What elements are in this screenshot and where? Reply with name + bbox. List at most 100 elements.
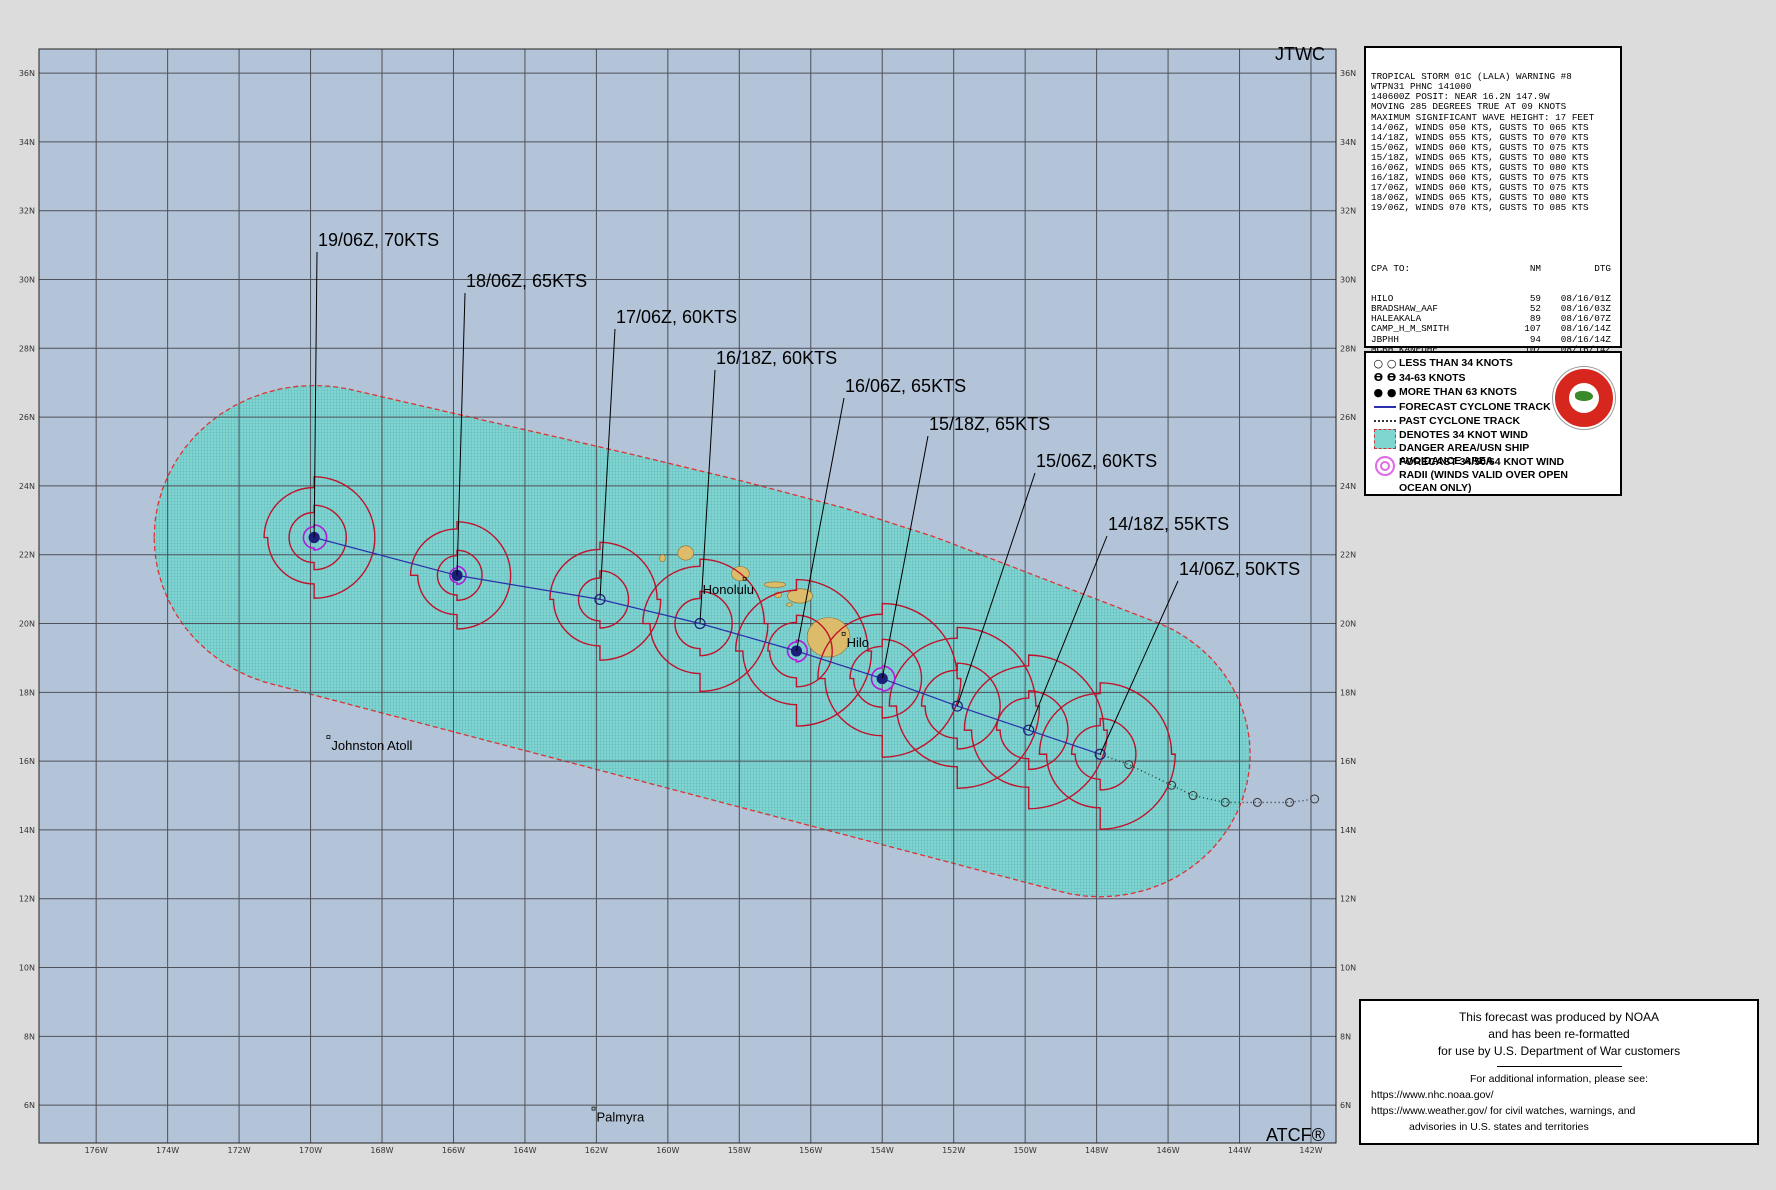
lon-label: 156W — [799, 1146, 822, 1155]
island-kahoolawe — [786, 602, 793, 607]
additional-info-text: For additional information, please see: — [1469, 1073, 1649, 1085]
lat-label-left: 36N — [19, 69, 35, 78]
disclaimer-line-2: and has been re-formatted — [1488, 1027, 1630, 1041]
lon-label: 170W — [299, 1146, 322, 1155]
forecast-label: 16/18Z, 60KTS — [716, 348, 837, 368]
lat-label-right: 20N — [1340, 620, 1356, 629]
producer-label: ATCF® — [1266, 1125, 1325, 1145]
lon-label: 172W — [227, 1146, 250, 1155]
forecast-label: 15/18Z, 65KTS — [929, 414, 1050, 434]
forecast-label: 14/18Z, 55KTS — [1108, 514, 1229, 534]
lat-label-right: 30N — [1340, 275, 1356, 284]
disclaimer-line-3: for use by U.S. Department of War custom… — [1437, 1044, 1681, 1058]
cyclone-open-icon: Ɵ Ɵ — [1373, 371, 1397, 385]
lat-label-right: 32N — [1340, 207, 1356, 216]
lat-label-right: 16N — [1340, 757, 1356, 766]
legend-panel: ○ ○ LESS THAN 34 KNOTS Ɵ Ɵ 34-63 KNOTS ● ● MO… — [1364, 351, 1622, 496]
lat-label-right: 28N — [1340, 344, 1356, 353]
disclaimer-divider — [1496, 1066, 1622, 1067]
place-label: Palmyra — [597, 1110, 645, 1125]
disclaimer-panel: This forecast was produced by NOAA and h… — [1359, 999, 1759, 1145]
cpa-header: CPA TO: NM DTG — [1371, 262, 1615, 274]
island-molokai — [764, 581, 787, 588]
cpa-header-name: CPA TO: — [1371, 262, 1411, 274]
lon-label: 142W — [1299, 1146, 1322, 1155]
lon-label: 162W — [585, 1146, 608, 1155]
lon-label: 168W — [370, 1146, 393, 1155]
legend-item: FORECAST 34/50/64 KNOT WIND RADII (WINDS… — [1371, 455, 1615, 494]
warning-text-panel: TROPICAL STORM 01C (LALA) WARNING #8 WTPN… — [1364, 46, 1622, 415]
lat-label-left: 32N — [19, 207, 35, 216]
lon-label: 150W — [1014, 1146, 1037, 1155]
legend-label: FORECAST 34/50/64 KNOT WIND RADII (WINDS… — [1399, 455, 1568, 494]
forecast-label: 17/06Z, 60KTS — [616, 307, 737, 327]
nws-seal-icon — [1553, 367, 1615, 429]
lat-label-right: 14N — [1340, 826, 1356, 835]
lat-label-left: 16N — [19, 757, 35, 766]
place-label: Honolulu — [703, 582, 754, 597]
legend-label: FORECAST CYCLONE TRACK — [1399, 400, 1551, 413]
lat-label-left: 30N — [19, 275, 35, 284]
lat-label-right: 36N — [1340, 69, 1356, 78]
forecast-label: 19/06Z, 70KTS — [318, 230, 439, 250]
lat-label-left: 18N — [19, 688, 35, 697]
legend-label: PAST CYCLONE TRACK — [1399, 415, 1521, 428]
longitude-labels: 176W 174W 172W 170W 168W 166W 164W 162W 160W 158W… — [85, 1146, 1323, 1155]
lat-label-left: 28N — [19, 344, 35, 353]
lat-label-left: 22N — [19, 551, 35, 560]
lat-label-left: 6N — [24, 1101, 35, 1110]
forecast-track-line-icon — [1371, 405, 1399, 408]
disclaimer-line-1: This forecast was produced by NOAA — [1458, 1010, 1660, 1024]
danger-area-swatch-icon — [1371, 428, 1399, 449]
place-label: Hilo — [847, 635, 869, 650]
lon-label: 148W — [1085, 1146, 1108, 1155]
past-track-dotted-icon — [1371, 420, 1399, 423]
lon-label: 154W — [871, 1146, 894, 1155]
lat-label-right: 8N — [1340, 1032, 1351, 1041]
lat-label-right: 10N — [1340, 964, 1356, 973]
legend-label: MORE THAN 63 KNOTS — [1399, 386, 1517, 399]
legend-label: LESS THAN 34 KNOTS — [1399, 357, 1513, 370]
lat-label-left: 10N — [19, 964, 35, 973]
island-big-island — [806, 617, 851, 658]
warning-line: 19/06Z, WINDS 070 KTS, GUSTS TO 085 KTS — [1371, 202, 1589, 214]
lon-label: 164W — [513, 1146, 536, 1155]
island-kauai — [677, 545, 694, 561]
lat-label-right: 12N — [1340, 895, 1356, 904]
lat-label-left: 14N — [19, 826, 35, 835]
lat-label-right: 22N — [1340, 551, 1356, 560]
legend-item: DENOTES 34 KNOT WIND DANGER AREA/USN SHI… — [1371, 428, 1615, 467]
lat-label-left: 20N — [19, 620, 35, 629]
lat-label-right: 34N — [1340, 138, 1356, 147]
lon-label: 152W — [942, 1146, 965, 1155]
lat-label-left: 26N — [19, 413, 35, 422]
nhc-link[interactable]: https://www.nhc.noaa.gov/ — [1371, 1087, 1747, 1103]
cyclone-filled-icon: ● ● — [1373, 385, 1397, 399]
island-niihau — [659, 554, 666, 563]
lat-label-right: 6N — [1340, 1101, 1351, 1110]
lon-label: 158W — [728, 1146, 751, 1155]
cpa-header-dtg: DTG — [1594, 262, 1611, 274]
weather-gov-link[interactable]: https://www.weather.gov/ for civil watch… — [1371, 1103, 1747, 1119]
circle-open-icon: ○ ○ — [1373, 356, 1397, 370]
cpa-header-nm: NM — [1529, 262, 1541, 274]
lat-label-right: 18N — [1340, 688, 1356, 697]
lat-label-left: 12N — [19, 895, 35, 904]
lon-label: 146W — [1156, 1146, 1179, 1155]
lon-label: 144W — [1228, 1146, 1251, 1155]
lon-label: 174W — [156, 1146, 179, 1155]
weather-gov-link-cont: advisories in U.S. states and territorie… — [1409, 1121, 1589, 1133]
lon-label: 166W — [442, 1146, 465, 1155]
forecast-label: 18/06Z, 65KTS — [466, 271, 587, 291]
warning-lines: TROPICAL STORM 01C (LALA) WARNING #8 WTPN… — [1371, 72, 1615, 213]
place-label: Johnston Atoll — [331, 738, 412, 753]
lat-label-left: 24N — [19, 482, 35, 491]
forecast-label: 16/06Z, 65KTS — [845, 376, 966, 396]
legend-label: 34-63 KNOTS — [1399, 371, 1466, 384]
wind-radii-icon — [1371, 455, 1399, 476]
forecast-label: 15/06Z, 60KTS — [1036, 451, 1157, 471]
forecast-label: 14/06Z, 50KTS — [1179, 559, 1300, 579]
lon-label: 176W — [85, 1146, 108, 1155]
lat-label-left: 34N — [19, 138, 35, 147]
lon-label: 160W — [656, 1146, 679, 1155]
